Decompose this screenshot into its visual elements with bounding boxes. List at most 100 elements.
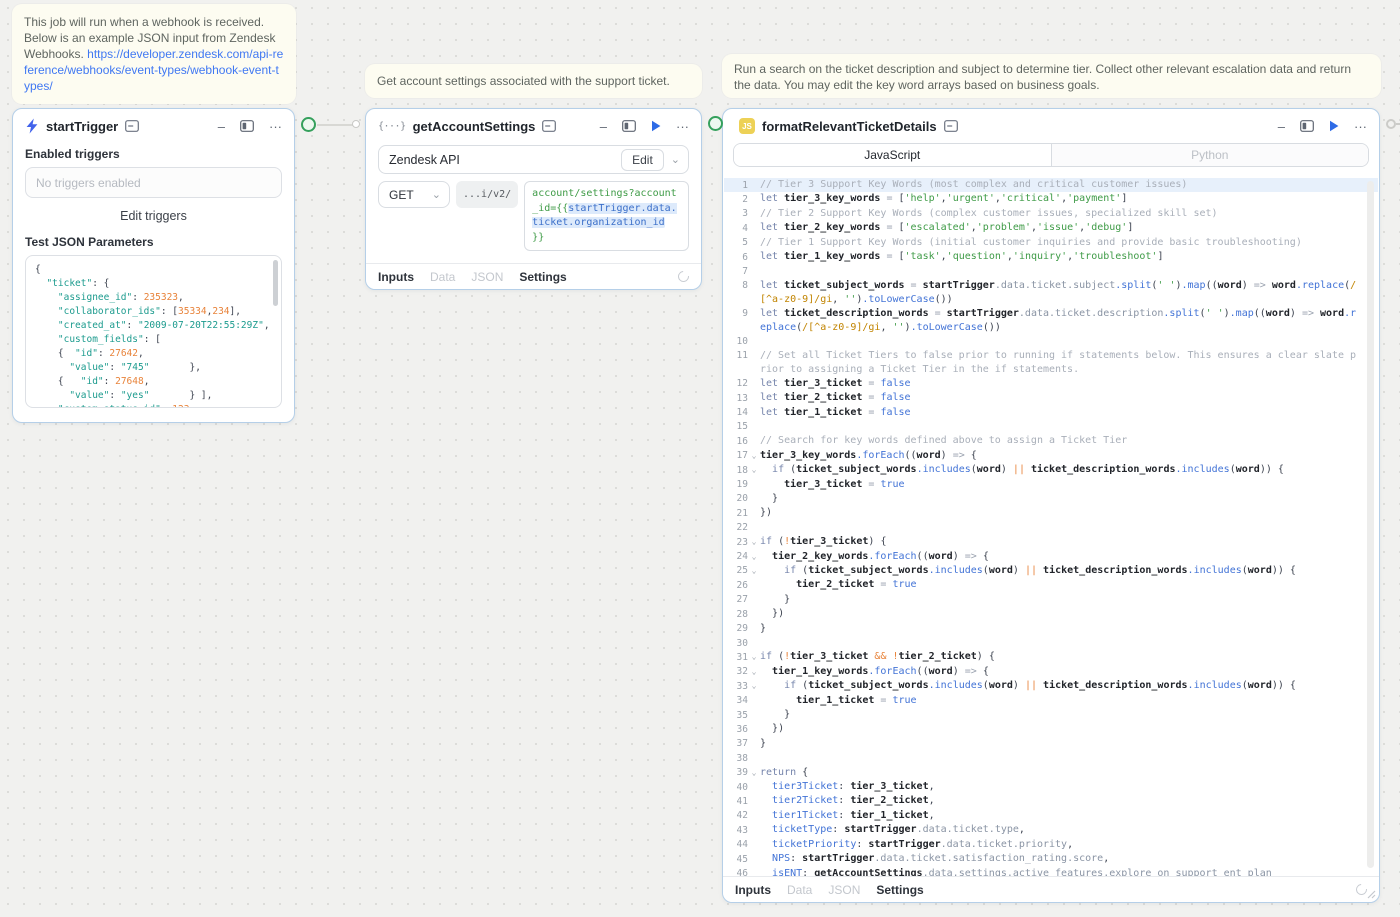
- json-line[interactable]: "collaborator_ids": [35334,234],: [35, 305, 272, 319]
- edit-connection-button[interactable]: Edit: [621, 149, 664, 171]
- fold-arrow-icon[interactable]: ⌄: [748, 766, 760, 780]
- code-line[interactable]: 9let ticket_description_words = startTri…: [724, 307, 1378, 335]
- code-line[interactable]: 23⌄if (!tier_3_ticket) {: [724, 535, 1378, 549]
- code-line[interactable]: 5// Tier 1 Support Key Words (initial cu…: [724, 236, 1378, 250]
- code-line[interactable]: 10: [724, 334, 1378, 348]
- code-line[interactable]: 19 tier_3_ticket = true: [724, 478, 1378, 492]
- test-json-editor[interactable]: { "ticket": { "assignee_id": 235323, "co…: [25, 255, 282, 408]
- panel-expand-icon[interactable]: [240, 120, 254, 132]
- code-line[interactable]: 34 tier_1_ticket = true: [724, 694, 1378, 708]
- json-line[interactable]: "custom_status_id": 123: [35, 403, 272, 408]
- minimize-icon[interactable]: –: [218, 120, 225, 133]
- footer-tab-inputs[interactable]: Inputs: [735, 883, 771, 897]
- fold-arrow-icon[interactable]: ⌄: [748, 665, 760, 679]
- json-line[interactable]: "value": "745" },: [35, 361, 272, 375]
- code-line[interactable]: 25⌄ if (ticket_subject_words.includes(wo…: [724, 564, 1378, 578]
- code-line[interactable]: 46 isENT: getAccountSettings.data.settin…: [724, 867, 1378, 877]
- fold-arrow-icon[interactable]: ⌄: [748, 650, 760, 664]
- account-note-card[interactable]: Get account settings associated with the…: [365, 64, 702, 98]
- code-line[interactable]: 4let tier_2_key_words = ['escalated','pr…: [724, 221, 1378, 235]
- code-line[interactable]: 2let tier_3_key_words = ['help','urgent'…: [724, 192, 1378, 206]
- fold-arrow-icon[interactable]: ⌄: [748, 463, 760, 477]
- code-line[interactable]: 36 }): [724, 722, 1378, 736]
- footer-tab-json[interactable]: JSON: [471, 270, 503, 284]
- format-note-card[interactable]: Run a search on the ticket description a…: [722, 54, 1381, 98]
- code-line[interactable]: 20 }: [724, 492, 1378, 506]
- panel-expand-icon[interactable]: [622, 120, 636, 132]
- code-line[interactable]: 27 }: [724, 593, 1378, 607]
- fold-arrow-icon[interactable]: ⌄: [748, 679, 760, 693]
- code-line[interactable]: 18⌄ if (ticket_subject_words.includes(wo…: [724, 463, 1378, 477]
- code-line[interactable]: 14let tier_1_ticket = false: [724, 406, 1378, 420]
- code-line[interactable]: 15: [724, 420, 1378, 434]
- code-line[interactable]: 40 tier3Ticket: tier_3_ticket,: [724, 780, 1378, 794]
- format-node-output-port[interactable]: [1386, 119, 1396, 129]
- json-line[interactable]: "ticket": {: [35, 277, 272, 291]
- node-format-ticket-details[interactable]: JS formatRelevantTicketDetails – ··· Jav…: [722, 108, 1380, 903]
- url-prefix-chip[interactable]: ...i/v2/: [456, 181, 518, 208]
- code-line[interactable]: 17⌄tier_3_key_words.forEach((word) => {: [724, 449, 1378, 463]
- code-line[interactable]: 38: [724, 751, 1378, 765]
- json-scrollbar[interactable]: [273, 260, 278, 306]
- note-comment-icon[interactable]: [125, 120, 139, 132]
- footer-tab-json[interactable]: JSON: [828, 883, 860, 897]
- code-line[interactable]: 43 ticketType: startTrigger.data.ticket.…: [724, 823, 1378, 837]
- json-line[interactable]: { "id": 27648,: [35, 375, 272, 389]
- code-line[interactable]: 22: [724, 521, 1378, 535]
- tab-python[interactable]: Python: [1052, 144, 1369, 166]
- connection-field[interactable]: Zendesk API Edit ⌄: [378, 145, 689, 174]
- code-line[interactable]: 6let tier_1_key_words = ['task','questio…: [724, 250, 1378, 264]
- more-menu-icon[interactable]: ···: [676, 120, 689, 133]
- code-line[interactable]: 31⌄if (!tier_3_ticket && !tier_2_ticket)…: [724, 650, 1378, 664]
- fold-arrow-icon[interactable]: ⌄: [748, 550, 760, 564]
- code-line[interactable]: 28 }): [724, 607, 1378, 621]
- code-line[interactable]: 26 tier_2_ticket = true: [724, 578, 1378, 592]
- code-line[interactable]: 1// Tier 3 Support Key Words (most compl…: [724, 178, 1378, 192]
- editor-scrollbar[interactable]: [1367, 181, 1374, 868]
- refresh-spinner-icon[interactable]: [676, 269, 691, 284]
- more-menu-icon[interactable]: ···: [269, 120, 282, 133]
- code-line[interactable]: 16// Search for key words defined above …: [724, 434, 1378, 448]
- code-line[interactable]: 37}: [724, 737, 1378, 751]
- url-template-input[interactable]: account/settings?account_id={{startTrigg…: [524, 181, 689, 251]
- code-line[interactable]: 30: [724, 636, 1378, 650]
- code-line[interactable]: 8let ticket_subject_words = startTrigger…: [724, 279, 1378, 307]
- connector-endpoint-ring[interactable]: [352, 120, 360, 128]
- json-line[interactable]: "value": "yes" } ],: [35, 389, 272, 403]
- fold-arrow-icon[interactable]: ⌄: [748, 535, 760, 549]
- code-line[interactable]: 13let tier_2_ticket = false: [724, 391, 1378, 405]
- footer-tab-data[interactable]: Data: [430, 270, 455, 284]
- footer-tab-settings[interactable]: Settings: [519, 270, 566, 284]
- resize-handle-icon[interactable]: [1367, 890, 1376, 899]
- json-line[interactable]: "custom_fields": [: [35, 333, 272, 347]
- triggers-empty-field[interactable]: No triggers enabled: [25, 167, 282, 198]
- node-get-account-settings[interactable]: {···} getAccountSettings – ··· Zendesk A…: [365, 108, 702, 290]
- code-editor[interactable]: 1// Tier 3 Support Key Words (most compl…: [724, 173, 1378, 876]
- run-play-icon[interactable]: [651, 120, 661, 132]
- code-line[interactable]: 24⌄ tier_2_key_words.forEach((word) => {: [724, 550, 1378, 564]
- trigger-note-card[interactable]: This job will run when a webhook is rece…: [12, 4, 296, 104]
- footer-tab-inputs[interactable]: Inputs: [378, 270, 414, 284]
- code-line[interactable]: 32⌄ tier_1_key_words.forEach((word) => {: [724, 665, 1378, 679]
- note-comment-icon[interactable]: [542, 120, 556, 132]
- more-menu-icon[interactable]: ···: [1354, 120, 1367, 133]
- code-line[interactable]: 12let tier_3_ticket = false: [724, 377, 1378, 391]
- minimize-icon[interactable]: –: [1278, 120, 1285, 133]
- json-line[interactable]: "assignee_id": 235323,: [35, 291, 272, 305]
- json-line[interactable]: { "id": 27642,: [35, 347, 272, 361]
- run-play-icon[interactable]: [1329, 120, 1339, 132]
- tab-javascript[interactable]: JavaScript: [734, 144, 1052, 166]
- node-start-trigger[interactable]: startTrigger – ··· Enabled triggers No t…: [12, 108, 295, 423]
- json-line[interactable]: {: [35, 263, 272, 277]
- code-line[interactable]: 21}): [724, 506, 1378, 520]
- edit-triggers-button[interactable]: Edit triggers: [13, 198, 294, 227]
- chevron-down-icon[interactable]: ⌄: [671, 153, 680, 166]
- code-line[interactable]: 41 tier2Ticket: tier_2_ticket,: [724, 794, 1378, 808]
- fold-arrow-icon[interactable]: ⌄: [748, 449, 760, 463]
- code-line[interactable]: 33⌄ if (ticket_subject_words.includes(wo…: [724, 679, 1378, 693]
- note-comment-icon[interactable]: [944, 120, 958, 132]
- code-line[interactable]: 42 tier1Ticket: tier_1_ticket,: [724, 809, 1378, 823]
- code-line[interactable]: 11// Set all Ticket Tiers to false prior…: [724, 349, 1378, 377]
- minimize-icon[interactable]: –: [600, 120, 607, 133]
- code-line[interactable]: 7: [724, 264, 1378, 278]
